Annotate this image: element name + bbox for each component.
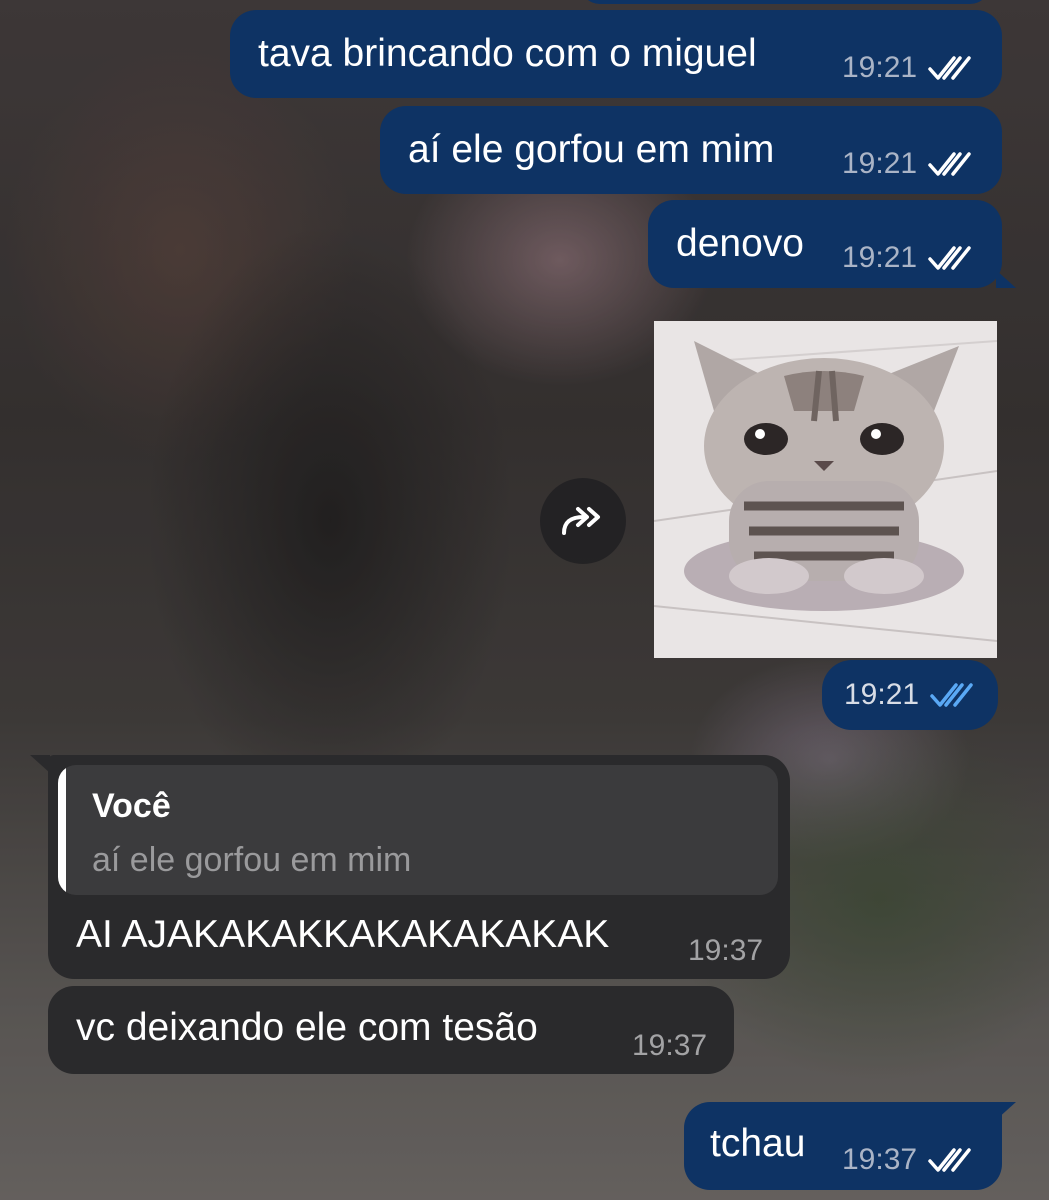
message-time: 19:37 bbox=[632, 1029, 708, 1062]
message-bubble-partial[interactable] bbox=[580, 0, 990, 4]
message-bubble-incoming[interactable]: vc deixando ele com tesão 19:37 bbox=[48, 986, 734, 1074]
message-bubble-incoming[interactable]: Você aí ele gorfou em mim AI AJAKAKAKKAK… bbox=[48, 755, 790, 979]
message-time: 19:21 bbox=[842, 51, 918, 84]
message-bubble-outgoing[interactable]: aí ele gorfou em mim 19:21 bbox=[380, 106, 1002, 194]
message-time: 19:21 bbox=[842, 241, 918, 274]
double-check-icon bbox=[928, 152, 971, 176]
message-meta: 19:21 bbox=[844, 679, 975, 711]
sticker-image[interactable] bbox=[654, 321, 997, 658]
message-meta: 19:37 bbox=[632, 1030, 707, 1062]
message-bubble-outgoing[interactable]: tava brincando com o miguel 19:21 bbox=[230, 10, 1002, 98]
message-text: tchau bbox=[710, 1122, 806, 1165]
message-text: denovo bbox=[676, 222, 804, 265]
bubble-tail bbox=[996, 270, 1016, 288]
message-meta: 19:21 bbox=[842, 148, 973, 180]
sticker-time-pill: 19:21 bbox=[822, 660, 998, 730]
message-time: 19:21 bbox=[842, 147, 918, 180]
reply-text: aí ele gorfou em mim bbox=[92, 841, 412, 879]
double-check-icon bbox=[928, 246, 971, 270]
bubble-tail bbox=[996, 1102, 1016, 1120]
message-time: 19:37 bbox=[688, 934, 764, 967]
message-text: aí ele gorfou em mim bbox=[408, 128, 775, 171]
message-meta: 19:21 bbox=[842, 52, 973, 84]
kitten-illustration bbox=[654, 321, 997, 658]
forward-icon bbox=[562, 507, 600, 535]
reply-author: Você bbox=[92, 787, 171, 825]
message-text: AI AJAKAKAKKAKAKAKAKAK bbox=[76, 913, 610, 956]
double-check-icon bbox=[930, 683, 973, 707]
bubble-tail bbox=[30, 755, 50, 773]
double-check-icon bbox=[928, 56, 971, 80]
message-meta: 19:37 bbox=[688, 935, 763, 967]
reply-quote[interactable]: Você aí ele gorfou em mim bbox=[58, 765, 778, 895]
reply-accent-bar bbox=[58, 765, 66, 895]
message-text: tava brincando com o miguel bbox=[258, 32, 757, 75]
message-time: 19:37 bbox=[842, 1143, 918, 1176]
message-meta: 19:21 bbox=[842, 242, 973, 274]
message-bubble-outgoing[interactable]: tchau 19:37 bbox=[684, 1102, 1002, 1190]
double-check-icon bbox=[928, 1148, 971, 1172]
message-text: vc deixando ele com tesão bbox=[76, 1006, 538, 1049]
message-bubble-outgoing[interactable]: denovo 19:21 bbox=[648, 200, 1002, 288]
forward-button[interactable] bbox=[540, 478, 626, 564]
message-meta: 19:37 bbox=[842, 1144, 973, 1176]
message-time: 19:21 bbox=[844, 678, 920, 711]
